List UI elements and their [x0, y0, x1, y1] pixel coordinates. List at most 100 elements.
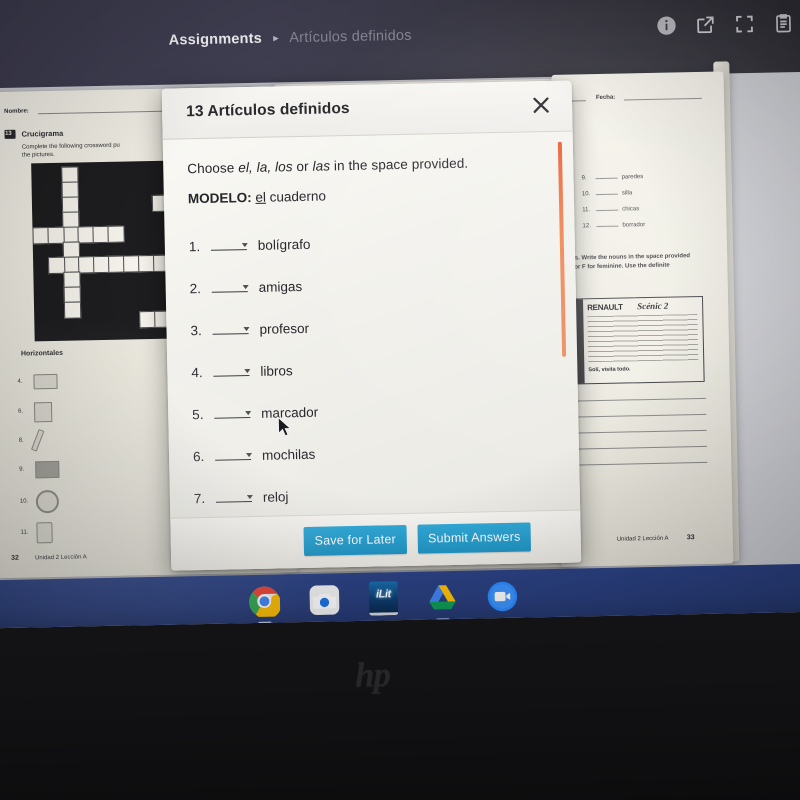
- question-word: mochilas: [261, 446, 316, 463]
- modal-title: 13 Artículos definidos: [185, 99, 350, 121]
- answer-dropdown[interactable]: [213, 402, 252, 419]
- instruction-mid: or: [292, 158, 313, 175]
- ilit-icon[interactable]: iLit: [368, 581, 399, 616]
- picture-clue-item: 6.: [18, 396, 129, 427]
- assignment-modal: 13 Artículos definidos Choose el, la, lo…: [161, 80, 582, 571]
- picture-icon: [35, 460, 60, 479]
- question-row: 3. profesor: [190, 313, 521, 362]
- across-label: Horizontales: [20, 349, 64, 358]
- chevron-down-icon: [243, 327, 250, 332]
- renault-ad: RENAULT Scénic 2 Solí, visita todo.: [565, 295, 705, 385]
- left-page-number: 32: [10, 554, 19, 562]
- picture-icon: [36, 521, 53, 543]
- question-number: 4.: [191, 364, 203, 381]
- fullscreen-icon[interactable]: [733, 13, 755, 35]
- close-icon[interactable]: [528, 92, 555, 119]
- section-number: 13: [4, 130, 12, 137]
- question-word: amigas: [258, 278, 303, 295]
- breadcrumb-root[interactable]: Assignments: [169, 31, 263, 49]
- chevron-down-icon: [241, 243, 248, 248]
- question-word: profesor: [259, 320, 310, 337]
- ad-brand: RENAULT: [587, 302, 623, 313]
- instruction-text: Choose el, la, los or las in the space p…: [187, 156, 468, 177]
- modelo-word: cuaderno: [269, 188, 327, 205]
- breadcrumb: Assignments ▸ Artículos definidos: [169, 28, 412, 49]
- question-word: reloj: [262, 489, 289, 505]
- camera-icon[interactable]: [309, 584, 341, 616]
- question-list: 1. bolígrafo 2. amigas 3. profesor 4. li…: [189, 229, 525, 518]
- google-drive-icon[interactable]: [427, 581, 459, 620]
- modal-body: Choose el, la, los or las in the space p…: [163, 132, 581, 518]
- picture-clue-item: 8.: [18, 424, 129, 454]
- breadcrumb-current: Artículos definidos: [289, 27, 412, 47]
- clock-picture-icon: [35, 489, 60, 513]
- right-page-footer: Unidad 2 Lección A: [616, 535, 669, 543]
- chrome-icon[interactable]: [249, 585, 282, 624]
- modal-footer: Save for Later Submit Answers: [170, 509, 582, 571]
- right-item-list: 9. paredes 10. silla 11. chicas 12. borr…: [581, 172, 702, 238]
- question-number: 5.: [192, 406, 204, 423]
- fecha-rule: [623, 97, 702, 101]
- answer-dropdown[interactable]: [213, 360, 251, 377]
- answer-dropdown[interactable]: [212, 318, 250, 335]
- picture-clue-item: 4.: [17, 365, 128, 398]
- picture-clue-item: 10.: [20, 483, 131, 517]
- picture-clue-item: 9.: [19, 452, 130, 485]
- video-call-icon[interactable]: [487, 580, 519, 612]
- laptop-screen: Assignments ▸ Artículos definidos Nombre…: [0, 0, 800, 629]
- clipboard-icon[interactable]: [772, 12, 794, 34]
- picture-clue-item: 11.: [20, 515, 131, 547]
- submit-answers-button[interactable]: Submit Answers: [417, 522, 532, 554]
- section-instructions-line2: the pictures.: [21, 151, 55, 159]
- question-row: 2. amigas: [189, 271, 520, 320]
- save-for-later-button[interactable]: Save for Later: [303, 524, 408, 556]
- chevron-down-icon: [242, 285, 249, 290]
- left-page-footer: Unidad 2 Lección A: [35, 554, 87, 562]
- picture-icon: [33, 373, 58, 390]
- right-page-number: 33: [686, 534, 695, 542]
- instruction-italic-1: el, la, los: [238, 159, 293, 176]
- info-icon[interactable]: [655, 14, 677, 36]
- chevron-down-icon: [245, 411, 252, 416]
- question-number: 7.: [193, 490, 206, 507]
- chevron-down-icon: [246, 495, 253, 500]
- section-instructions-line1: Complete the following crossword pu: [21, 142, 120, 151]
- instruction-italic-2: las: [312, 158, 331, 174]
- modal-header: 13 Artículos definidos: [161, 80, 573, 140]
- breadcrumb-separator-icon: ▸: [273, 32, 280, 45]
- taskbar-apps: iLit: [249, 579, 519, 624]
- question-word: bolígrafo: [257, 236, 311, 253]
- modelo-answer: el: [255, 189, 267, 205]
- fecha-label: Fecha:: [595, 94, 616, 102]
- section-title: Crucigrama: [21, 128, 64, 139]
- chevron-down-icon: [244, 369, 251, 374]
- external-link-icon[interactable]: [694, 14, 716, 36]
- laptop-photo: hp Assignments ▸ Artículos definidos Nom…: [0, 0, 800, 800]
- question-row: 6. mochilas: [193, 439, 524, 488]
- question-number: 2.: [189, 281, 202, 297]
- hp-logo: hp: [354, 654, 391, 695]
- question-number: 1.: [188, 239, 201, 255]
- answer-dropdown[interactable]: [210, 234, 248, 251]
- instruction-pre: Choose: [187, 160, 239, 177]
- chevron-down-icon: [246, 453, 253, 458]
- answer-lines: [572, 397, 708, 466]
- modelo-example: MODELO: el cuaderno: [188, 188, 326, 206]
- question-word: libros: [260, 363, 293, 379]
- modelo-label: MODELO:: [187, 189, 252, 207]
- picture-clue-list: 4. 6. 8. 9. 10. 11.: [17, 365, 131, 548]
- ad-footer: Solí, visita todo.: [588, 366, 631, 374]
- ad-body-text: [587, 314, 699, 363]
- modal-scrollbar[interactable]: [557, 141, 567, 357]
- answer-dropdown[interactable]: [215, 486, 253, 503]
- answer-dropdown[interactable]: [211, 276, 249, 293]
- header-icon-group: [655, 12, 794, 37]
- question-row: 4. libros: [191, 355, 522, 404]
- question-number: 6.: [192, 448, 205, 465]
- nombre-label: Nombre:: [4, 108, 29, 115]
- answer-dropdown[interactable]: [214, 444, 253, 461]
- question-row: 1. bolígrafo: [189, 229, 520, 278]
- question-word: marcador: [261, 404, 319, 421]
- question-row: 5. marcador: [192, 397, 523, 446]
- question-number: 3.: [190, 323, 202, 339]
